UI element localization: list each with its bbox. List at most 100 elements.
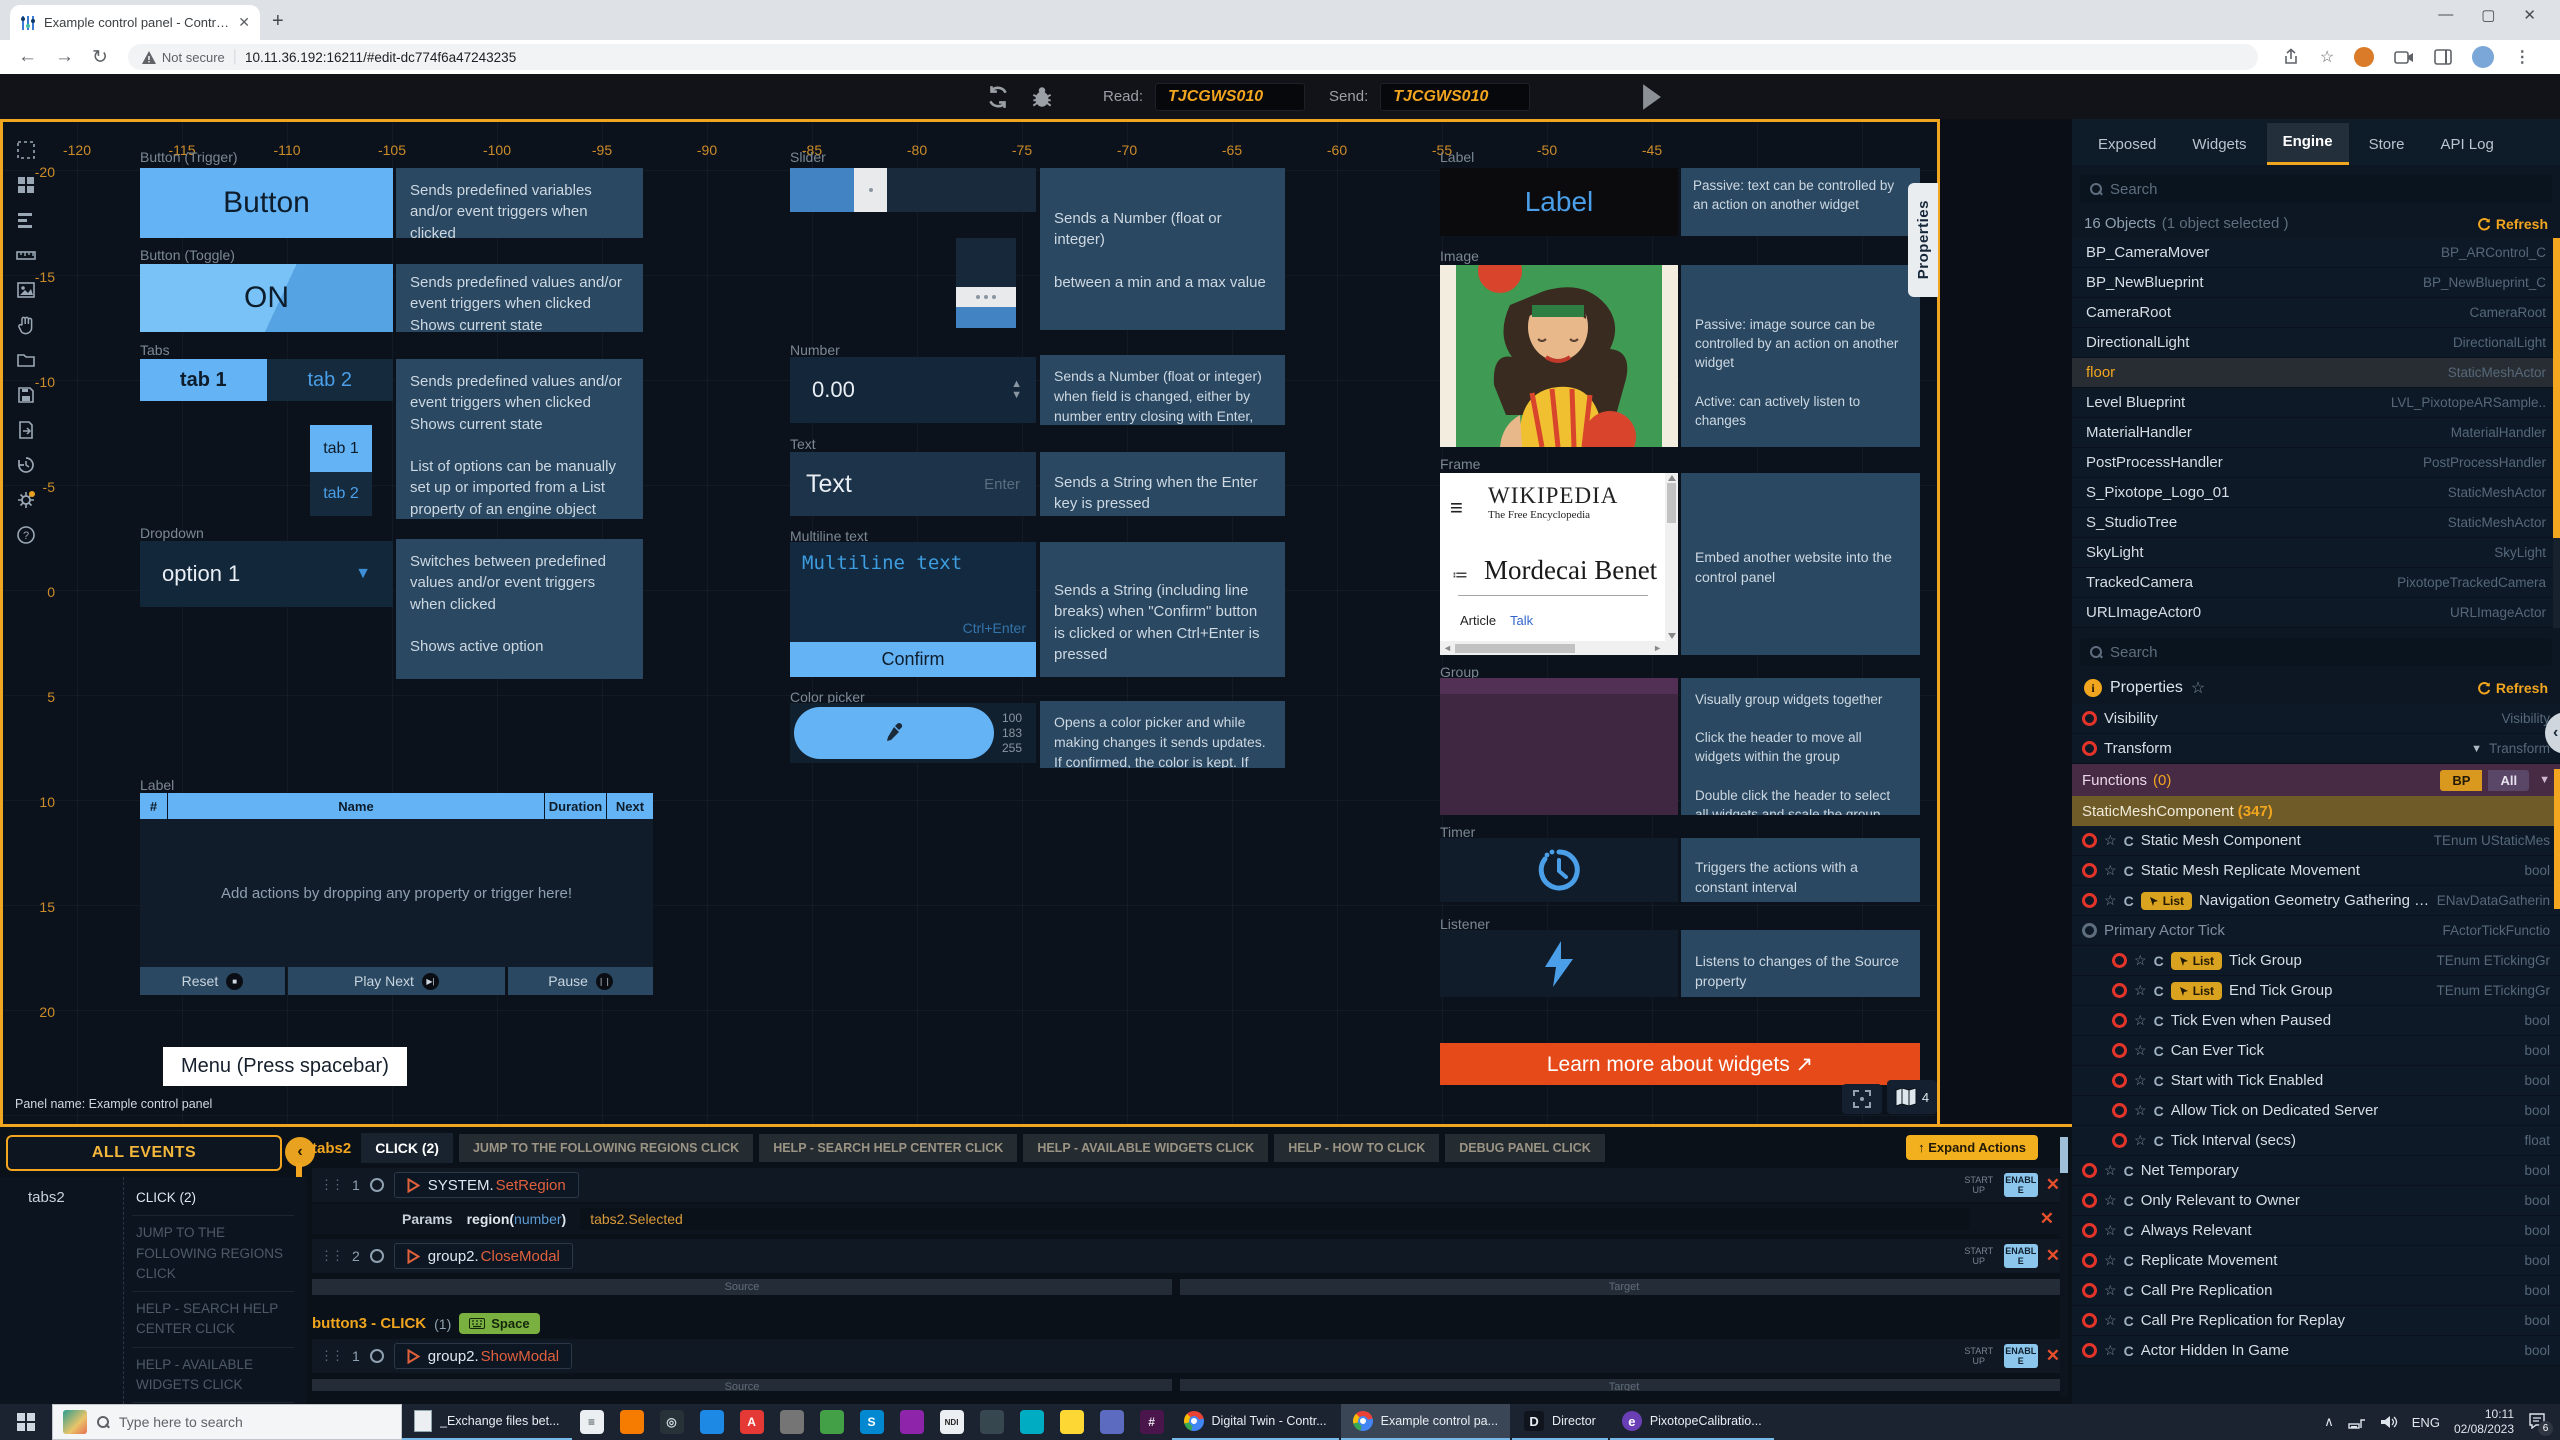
taskbar-app-icon[interactable]: ≡ bbox=[572, 1404, 612, 1440]
object-row[interactable]: BP_NewBlueprintBP_NewBlueprint_C bbox=[2072, 268, 2560, 298]
timer-widget[interactable] bbox=[1440, 838, 1678, 902]
volume-icon[interactable] bbox=[2380, 1415, 2398, 1429]
select-tool-icon[interactable] bbox=[16, 140, 36, 160]
sync-icon[interactable] bbox=[985, 84, 1011, 110]
property-row[interactable]: ☆CCall Pre Replicationbool bbox=[2072, 1276, 2560, 1306]
taskbar-window-button[interactable]: Digital Twin - Contr... bbox=[1172, 1404, 1339, 1440]
property-row[interactable]: VisibilityVisibility bbox=[2072, 704, 2560, 734]
object-row[interactable]: BP_CameraMoverBP_ARControl_C bbox=[2072, 238, 2560, 268]
object-list-scrollbar[interactable] bbox=[2553, 238, 2560, 628]
sidebar-icon[interactable] bbox=[2434, 49, 2452, 65]
object-row[interactable]: CameraRootCameraRoot bbox=[2072, 298, 2560, 328]
properties-scrollbar-thumb[interactable] bbox=[2554, 769, 2560, 909]
run-action-icon[interactable] bbox=[407, 1178, 420, 1193]
taskbar-app-icon[interactable]: NDI bbox=[932, 1404, 972, 1440]
debug-bug-icon[interactable] bbox=[1029, 84, 1055, 110]
favorite-star-icon[interactable]: ☆ bbox=[2104, 1342, 2117, 1359]
slider-handle[interactable] bbox=[956, 287, 1016, 307]
wiki-talk-tab[interactable]: Talk bbox=[1510, 613, 1533, 628]
dropdown-widget[interactable]: option 1 ▼ bbox=[140, 541, 393, 607]
event-list-item[interactable]: JUMP TO THE FOLLOWING REGIONS CLICK bbox=[132, 1216, 294, 1292]
text-input-widget[interactable]: Text Enter bbox=[790, 452, 1036, 516]
maximize-icon[interactable]: ▢ bbox=[2481, 6, 2495, 24]
button-trigger-widget[interactable]: Button bbox=[140, 168, 393, 238]
column-header[interactable]: Duration bbox=[545, 793, 607, 819]
learn-more-button[interactable]: Learn more about widgets ↗ bbox=[1440, 1043, 1920, 1085]
binding-circle-icon[interactable] bbox=[2082, 1163, 2097, 1178]
property-row[interactable]: ☆CStatic Mesh Replicate Movementbool bbox=[2072, 856, 2560, 886]
slider-handle[interactable] bbox=[854, 168, 887, 212]
media-tool-icon[interactable] bbox=[16, 280, 36, 300]
column-header[interactable]: Next bbox=[607, 793, 653, 819]
action-row[interactable]: ⋮⋮1group2.ShowModalSTARTUPENABLE✕ bbox=[312, 1339, 2068, 1373]
button-toggle-widget[interactable]: ON bbox=[140, 264, 393, 332]
object-row[interactable]: TrackedCameraPixotopeTrackedCamera bbox=[2072, 568, 2560, 598]
window-controls[interactable]: — ▢ ✕ bbox=[2438, 6, 2536, 24]
binding-circle-icon[interactable] bbox=[2082, 741, 2097, 756]
properties-search-input[interactable]: Search bbox=[2080, 638, 2552, 666]
settings-gear-icon[interactable] bbox=[16, 490, 36, 510]
taskbar-app-icon[interactable] bbox=[772, 1404, 812, 1440]
events-scrollbar[interactable] bbox=[2060, 1137, 2068, 1397]
minimize-icon[interactable]: — bbox=[2438, 6, 2453, 24]
run-action-icon[interactable] bbox=[407, 1249, 420, 1264]
source-bar[interactable]: Source bbox=[312, 1279, 1172, 1295]
tab-1-vertical[interactable]: tab 1 bbox=[310, 425, 372, 472]
object-row[interactable]: PostProcessHandlerPostProcessHandler bbox=[2072, 448, 2560, 478]
taskbar-app-icon[interactable]: A bbox=[732, 1404, 772, 1440]
favorite-star-icon[interactable]: ☆ bbox=[2134, 1012, 2147, 1029]
action-status-icon[interactable] bbox=[370, 1178, 384, 1192]
read-input[interactable]: TJCGWS010 bbox=[1155, 83, 1305, 111]
pause-button[interactable]: Pause❘❘ bbox=[508, 967, 653, 995]
minimap-button[interactable]: 4 bbox=[1887, 1080, 1937, 1114]
taskbar-app-icon[interactable] bbox=[892, 1404, 932, 1440]
property-row[interactable]: ☆CListEnd Tick GroupTEnum ETickingGr bbox=[2072, 976, 2560, 1006]
object-row[interactable]: S_Pixotope_Logo_01StaticMeshActor bbox=[2072, 478, 2560, 508]
tab-1[interactable]: tab 1 bbox=[140, 359, 267, 401]
tray-expand-icon[interactable]: ∧ bbox=[2324, 1414, 2334, 1430]
menu-spacebar-button[interactable]: Menu (Press spacebar) bbox=[163, 1047, 407, 1086]
event-tab[interactable]: HELP - HOW TO CLICK bbox=[1274, 1134, 1439, 1162]
frame-widget[interactable]: ≡ WIKIPEDIA The Free Encyclopedia ≔ Mord… bbox=[1440, 473, 1678, 655]
favorite-star-icon[interactable]: ☆ bbox=[2134, 1132, 2147, 1149]
image-widget[interactable] bbox=[1440, 265, 1678, 447]
property-row[interactable]: ☆COnly Relevant to Ownerbool bbox=[2072, 1186, 2560, 1216]
action-status-icon[interactable] bbox=[370, 1249, 384, 1263]
favorite-star-icon[interactable]: ☆ bbox=[2191, 678, 2205, 698]
target-bar[interactable]: Target bbox=[1180, 1279, 2068, 1295]
help-tool-icon[interactable]: ? bbox=[16, 525, 36, 545]
action-call-button[interactable]: group2.ShowModal bbox=[394, 1343, 572, 1369]
property-row[interactable]: ☆CTick Even when Pausedbool bbox=[2072, 1006, 2560, 1036]
object-row[interactable]: Level BlueprintLVL_PixotopeARSample.. bbox=[2072, 388, 2560, 418]
camera-icon[interactable] bbox=[2394, 49, 2414, 65]
taskbar-app-icon[interactable]: S bbox=[852, 1404, 892, 1440]
fit-view-button[interactable] bbox=[1842, 1084, 1882, 1114]
startup-toggle[interactable]: STARTUP bbox=[1962, 1175, 1996, 1196]
enable-toggle[interactable]: ENABLE bbox=[2004, 1344, 2038, 1369]
run-action-icon[interactable] bbox=[407, 1349, 420, 1364]
property-row[interactable]: ☆CCall Pre Replication for Replaybool bbox=[2072, 1306, 2560, 1336]
param-value[interactable]: tabs2.Selected bbox=[580, 1208, 1970, 1230]
binding-circle-icon[interactable] bbox=[2082, 1313, 2097, 1328]
binding-circle-icon[interactable] bbox=[2112, 1043, 2127, 1058]
multiline-text-widget[interactable]: Multiline text Ctrl+Enter bbox=[790, 542, 1036, 642]
chevron-down-icon[interactable]: ▼ bbox=[2471, 743, 2482, 755]
notification-center-icon[interactable]: 6 bbox=[2528, 1413, 2546, 1432]
event-widget-name[interactable]: tabs2 bbox=[28, 1189, 65, 1206]
property-row[interactable]: Primary Actor TickFActorTickFunctio bbox=[2072, 916, 2560, 946]
back-icon[interactable]: ← bbox=[18, 46, 37, 68]
history-tool-icon[interactable] bbox=[16, 455, 36, 475]
binding-circle-icon[interactable] bbox=[2112, 1133, 2127, 1148]
binding-circle-icon[interactable] bbox=[2082, 833, 2097, 848]
kebab-menu-icon[interactable]: ⋮ bbox=[2514, 47, 2530, 67]
taskbar-app-icon[interactable] bbox=[1012, 1404, 1052, 1440]
action-row[interactable]: ⋮⋮1SYSTEM.SetRegionSTARTUPENABLE✕ bbox=[312, 1168, 2068, 1202]
new-tab-button[interactable]: + bbox=[272, 10, 284, 33]
enable-toggle[interactable]: ENABLE bbox=[2004, 1244, 2038, 1269]
startup-toggle[interactable]: STARTUP bbox=[1962, 1346, 1996, 1367]
folder-tool-icon[interactable] bbox=[16, 350, 36, 370]
object-row[interactable]: floorStaticMeshActor bbox=[2072, 358, 2560, 388]
taskbar-window-button[interactable]: Example control pa... bbox=[1341, 1404, 1510, 1440]
taskbar-clock[interactable]: 10:11 02/08/2023 bbox=[2454, 1407, 2514, 1437]
bookmark-star-icon[interactable]: ☆ bbox=[2320, 47, 2334, 67]
